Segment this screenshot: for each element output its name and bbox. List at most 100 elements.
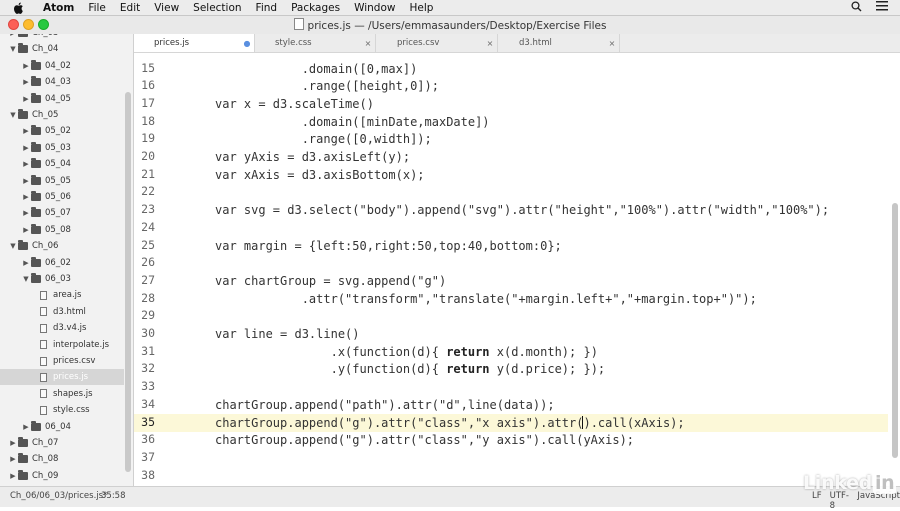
tree-folder[interactable]: ▶ 05_05	[0, 173, 124, 189]
tree-folder[interactable]: ▶ 04_03	[0, 74, 124, 90]
tree-folder[interactable]: ▶ 05_02	[0, 123, 124, 139]
code-line[interactable]: 32 .y(function(d){ return y(d.price); })…	[134, 360, 888, 378]
chevron-right-icon[interactable]: ▶	[21, 144, 31, 152]
tree-file[interactable]: area.js	[0, 287, 124, 303]
tree-file[interactable]: prices.js	[0, 369, 124, 386]
close-icon[interactable]: ×	[483, 39, 497, 48]
code-line[interactable]: 17 var x = d3.scaleTime()	[134, 95, 888, 113]
code-line[interactable]: 19 .range([0,width]);	[134, 130, 888, 148]
code-line[interactable]: 25 var margin = {left:50,right:50,top:40,…	[134, 237, 888, 255]
chevron-down-icon[interactable]: ▼	[8, 242, 18, 250]
code-line[interactable]: 35 chartGroup.append("g").attr("class","x…	[134, 413, 888, 432]
code-line[interactable]: 28 .attr("transform","translate("+margin…	[134, 290, 888, 308]
status-line-ending[interactable]: LF	[812, 491, 822, 511]
chevron-right-icon[interactable]: ▶	[8, 34, 18, 37]
chevron-down-icon[interactable]: ▼	[21, 275, 31, 283]
tree-folder[interactable]: ▼ Ch_04	[0, 41, 124, 57]
code-line[interactable]: 27 var chartGroup = svg.append("g")	[134, 272, 888, 290]
tab-style-css[interactable]: style.css ×	[255, 34, 376, 52]
menu-view[interactable]: View	[147, 2, 186, 14]
tree-file[interactable]: interpolate.js	[0, 337, 124, 353]
tree-folder[interactable]: ▶ 04_05	[0, 91, 124, 107]
tab-prices-csv[interactable]: prices.csv ×	[377, 34, 498, 52]
menu-find[interactable]: Find	[249, 2, 285, 14]
menu-file[interactable]: File	[81, 2, 113, 14]
tree-folder[interactable]: ▶ 05_07	[0, 205, 124, 221]
close-icon[interactable]: ×	[605, 39, 619, 48]
tree-folder[interactable]: ▶ Ch_07	[0, 435, 124, 451]
chevron-right-icon[interactable]: ▶	[21, 177, 31, 185]
chevron-right-icon[interactable]: ▶	[21, 62, 31, 70]
code-line[interactable]: 31 .x(function(d){ return x(d.month); })	[134, 343, 888, 361]
code-line[interactable]: 21 var xAxis = d3.axisBottom(x);	[134, 166, 888, 184]
apple-icon[interactable]	[13, 2, 27, 14]
code-line[interactable]: 24	[134, 219, 888, 237]
code-line[interactable]: 36 chartGroup.append("g").attr("class","y…	[134, 431, 888, 449]
spotlight-search-icon[interactable]	[851, 0, 862, 15]
code-editor[interactable]: 15 .domain([0,max]) 16 .range([height,0])…	[134, 53, 900, 486]
chevron-right-icon[interactable]: ▶	[21, 259, 31, 267]
chevron-right-icon[interactable]: ▶	[21, 95, 31, 103]
tree-scrollbar[interactable]	[125, 92, 131, 472]
chevron-right-icon[interactable]: ▶	[8, 439, 18, 447]
status-cursor-position[interactable]: 35:58	[101, 491, 126, 501]
notification-center-icon[interactable]	[876, 1, 888, 14]
tree-folder[interactable]: ▶ Ch_08	[0, 451, 124, 467]
code-line[interactable]: 16 .range([height,0]);	[134, 77, 888, 95]
tree-file[interactable]: d3.v4.js	[0, 320, 124, 336]
chevron-right-icon[interactable]: ▶	[21, 423, 31, 431]
chevron-down-icon[interactable]: ▼	[8, 111, 18, 119]
chevron-right-icon[interactable]: ▶	[8, 472, 18, 480]
chevron-down-icon[interactable]: ▼	[8, 45, 18, 53]
menu-window[interactable]: Window	[347, 2, 402, 14]
chevron-right-icon[interactable]: ▶	[21, 226, 31, 234]
chevron-right-icon[interactable]: ▶	[21, 209, 31, 217]
tree-folder[interactable]: ▶ Ch_03	[0, 34, 124, 41]
tab-prices-js[interactable]: prices.js ●	[134, 34, 255, 52]
menu-selection[interactable]: Selection	[186, 2, 248, 14]
tree-file[interactable]: prices.csv	[0, 353, 124, 369]
menu-packages[interactable]: Packages	[284, 2, 347, 14]
code-line[interactable]: 22	[134, 183, 888, 201]
code-line[interactable]: 37	[134, 449, 888, 467]
tree-folder[interactable]: ▶ 05_06	[0, 189, 124, 205]
code-line[interactable]: 29	[134, 307, 888, 325]
tree-folder[interactable]: ▶ Ch_09	[0, 468, 124, 484]
code-line[interactable]: 38	[134, 467, 888, 485]
menu-edit[interactable]: Edit	[113, 2, 147, 14]
code-line[interactable]: 23 var svg = d3.select("body").append("sv…	[134, 201, 888, 219]
chevron-right-icon[interactable]: ▶	[21, 78, 31, 86]
tree-folder[interactable]: ▶ 05_04	[0, 156, 124, 172]
status-grammar[interactable]: JavaScript	[857, 491, 900, 511]
code-line[interactable]: 30 var line = d3.line()	[134, 325, 888, 343]
status-file-path[interactable]: Ch_06/06_03/prices.js*	[10, 491, 107, 501]
tree-folder[interactable]: ▼ 06_03	[0, 271, 124, 287]
tab-d3-html[interactable]: d3.html ×	[499, 34, 620, 52]
chevron-right-icon[interactable]: ▶	[8, 455, 18, 463]
tree-file[interactable]: shapes.js	[0, 386, 124, 402]
status-encoding[interactable]: UTF-8	[830, 491, 850, 511]
close-icon[interactable]: ×	[361, 39, 375, 48]
code-line[interactable]: 34 chartGroup.append("path").attr("d",lin…	[134, 396, 888, 414]
tree-folder[interactable]: ▶ 05_08	[0, 222, 124, 238]
tree-folder[interactable]: ▶ 04_02	[0, 58, 124, 74]
menu-help[interactable]: Help	[402, 2, 440, 14]
code-line[interactable]: 18 .domain([minDate,maxDate])	[134, 113, 888, 131]
tree-folder[interactable]: ▼ Ch_06	[0, 238, 124, 254]
tree-file[interactable]: style.css	[0, 402, 124, 418]
tree-folder[interactable]: ▶ 06_02	[0, 255, 124, 271]
code-line[interactable]: 15 .domain([0,max])	[134, 60, 888, 78]
code-line[interactable]: 20 var yAxis = d3.axisLeft(y);	[134, 148, 888, 166]
tree-folder[interactable]: ▶ 06_04	[0, 419, 124, 435]
chevron-right-icon[interactable]: ▶	[21, 160, 31, 168]
chevron-right-icon[interactable]: ▶	[21, 127, 31, 135]
tree-folder[interactable]: ▼ Ch_05	[0, 107, 124, 123]
code-line[interactable]: 33	[134, 378, 888, 396]
code-line[interactable]: 26	[134, 254, 888, 272]
modified-dot-icon[interactable]: ●	[240, 39, 254, 48]
menu-app[interactable]: Atom	[36, 2, 81, 14]
chevron-right-icon[interactable]: ▶	[21, 193, 31, 201]
editor-scrollbar[interactable]	[892, 203, 898, 458]
tree-folder[interactable]: ▶ 05_03	[0, 140, 124, 156]
tree-file[interactable]: d3.html	[0, 304, 124, 320]
